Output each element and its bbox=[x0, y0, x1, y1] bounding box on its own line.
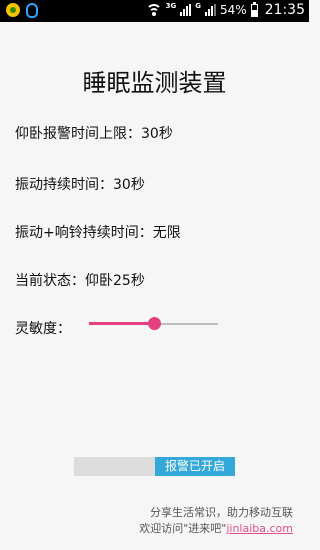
alarm-toggle[interactable]: 报警已开启 bbox=[74, 457, 235, 476]
clock: 21:35 bbox=[264, 2, 305, 18]
slider-thumb[interactable] bbox=[147, 317, 161, 330]
sensitivity-label: 灵敏度： bbox=[15, 321, 71, 337]
footer-line2: 欢迎访问"进来吧"jinlaiba.com bbox=[139, 521, 293, 537]
qq-icon bbox=[26, 3, 38, 18]
current-state-text: 当前状态：仰卧25秒 bbox=[15, 273, 145, 289]
battery-percent: 54% bbox=[219, 3, 247, 17]
network-type-1: 3G bbox=[165, 2, 177, 10]
footer: 分享生活常识，助力移动互联 欢迎访问"进来吧"jinlaiba.com bbox=[139, 505, 293, 537]
vibration-duration-text: 振动持续时间：30秒 bbox=[15, 177, 145, 193]
slider-fill bbox=[89, 322, 154, 325]
signal-icon bbox=[180, 4, 192, 16]
sensitivity-slider[interactable] bbox=[89, 316, 218, 332]
signal-icon-2 bbox=[204, 4, 216, 16]
supine-alarm-limit-text: 仰卧报警时间上限：30秒 bbox=[15, 126, 173, 142]
footer-line1: 分享生活常识，助力移动互联 bbox=[150, 506, 293, 519]
vibration-ring-duration-text: 振动+响铃持续时间：无限 bbox=[15, 225, 181, 241]
page-title: 睡眠监测装置 bbox=[82, 69, 227, 97]
footer-site-link[interactable]: jinlaiba.com bbox=[226, 522, 293, 535]
battery-icon bbox=[250, 1, 258, 17]
network-type-2: G bbox=[195, 2, 201, 10]
status-bar: 3G G 54% 21:35 bbox=[0, 0, 309, 22]
alarm-toggle-on-label[interactable]: 报警已开启 bbox=[155, 457, 235, 476]
app-notification-icon bbox=[6, 3, 20, 17]
footer-prefix: 欢迎访问"进来吧" bbox=[139, 522, 227, 535]
wifi-icon bbox=[145, 3, 162, 17]
